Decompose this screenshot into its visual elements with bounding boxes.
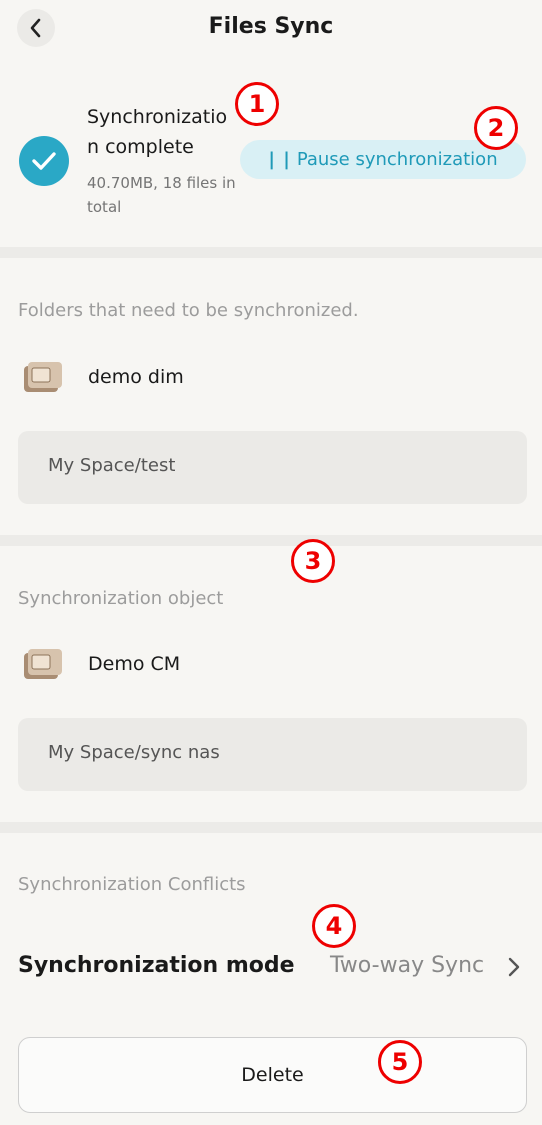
section-divider — [0, 247, 542, 258]
annotation-marker-3: 3 — [291, 539, 335, 583]
nas-device-icon — [24, 362, 62, 392]
annotation-marker-1: 1 — [235, 82, 279, 126]
delete-button[interactable]: Delete — [18, 1037, 527, 1113]
sync-complete-icon — [19, 136, 69, 186]
annotation-marker-5: 5 — [378, 1040, 422, 1084]
target-section-label: Synchronization object — [18, 588, 224, 609]
page-title: Files Sync — [208, 14, 334, 39]
source-path-field[interactable]: My Space/test — [18, 431, 527, 504]
target-path-field[interactable]: My Space/sync nas — [18, 718, 527, 791]
section-divider — [0, 822, 542, 833]
sync-summary: 40.70MB, 18 files in total — [87, 174, 236, 216]
delete-label: Delete — [241, 1064, 304, 1086]
source-device-name: demo dim — [88, 366, 184, 388]
source-section-label: Folders that need to be synchronized. — [18, 300, 359, 321]
section-divider — [0, 535, 542, 546]
nas-device-icon — [24, 649, 62, 679]
header: Files Sync — [0, 0, 542, 60]
sync-mode-value[interactable]: Two-way Sync — [330, 953, 484, 978]
sync-mode-label[interactable]: Synchronization mode — [18, 953, 295, 978]
pause-icon: | | — [268, 149, 291, 170]
files-sync-page: Files Sync Synchronization complete 40.7… — [0, 0, 542, 1125]
target-path: My Space/sync nas — [48, 742, 220, 763]
source-path: My Space/test — [48, 455, 176, 476]
conflicts-section-label: Synchronization Conflicts — [18, 874, 246, 895]
chevron-right-icon[interactable] — [506, 956, 522, 978]
sync-status-title: Synchronization complete — [87, 106, 228, 158]
pause-sync-label: Pause synchronization — [296, 149, 498, 170]
target-device-name: Demo CM — [88, 653, 181, 675]
annotation-marker-4: 4 — [312, 904, 356, 948]
annotation-marker-2: 2 — [474, 106, 518, 150]
